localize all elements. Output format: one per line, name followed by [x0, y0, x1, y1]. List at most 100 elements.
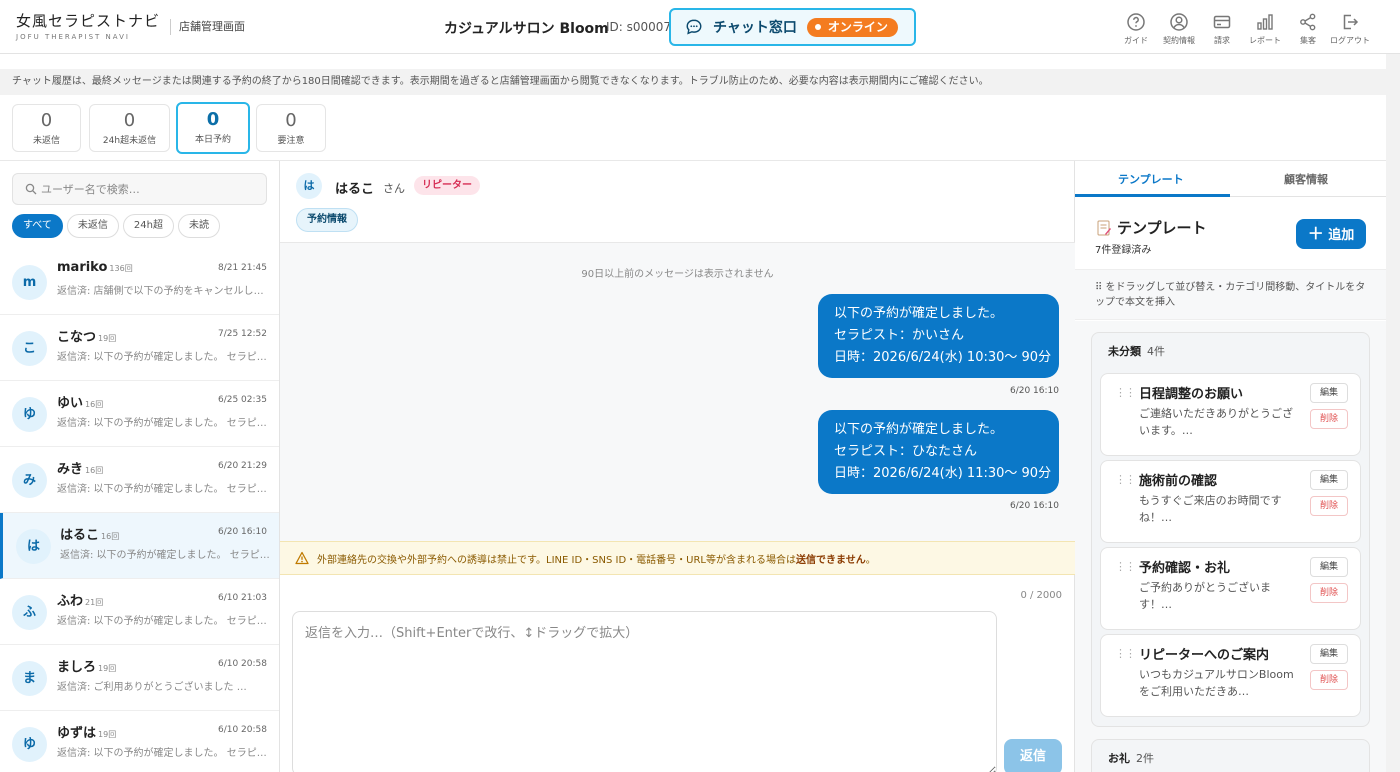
logo[interactable]: 女風セラピストナビ JOFU THERAPIST NAVI [16, 10, 160, 41]
thread-count: 19回 [98, 664, 117, 673]
logo-title: 女風セラピストナビ [16, 12, 161, 30]
tab-templates[interactable]: テンプレート [1118, 171, 1184, 187]
template-card-body: ご予約ありがとうございます！… [1139, 581, 1271, 611]
nav-billing-label: 請求 [1214, 36, 1230, 45]
stat-label: 要注意 [277, 136, 305, 146]
avatar: ふ [12, 595, 47, 630]
nav-logout[interactable]: ログアウト [1325, 12, 1375, 46]
template-card-title[interactable]: 施術前の確認 [1139, 470, 1217, 489]
external-contact-warning: 外部連絡先の交換や外部予約への誘導は禁止です。LINE ID・SNS ID・電話… [280, 541, 1075, 575]
thread-preview: 返信済: 以下の予約が確定しました。 セラピスト [57, 616, 269, 627]
thread-item[interactable]: ふ ふわ 21回 6/10 21:03 返信済: 以下の予約が確定しました。 セラ… [0, 579, 279, 645]
drag-handle-icon[interactable]: ⋮⋮ [1115, 560, 1136, 573]
thread-item[interactable]: ゆ ゆい 16回 6/25 02:35 返信済: 以下の予約が確定しました。 セラ… [0, 381, 279, 447]
stat-label: 未返信 [32, 136, 60, 146]
admin-label: 店舗管理画面 [170, 19, 245, 35]
stat-today-reservations[interactable]: 0 本日予約 [176, 102, 250, 154]
template-card-body: もうすぐご来店のお時間ですね！… [1139, 494, 1282, 524]
message-list: 90日以上前のメッセージは表示されません 以下の予約が確定しました。 セラピスト… [280, 243, 1075, 541]
thread-item[interactable]: m mariko 136回 8/21 21:45 返信済: 店舗側で以下の予約をキ… [0, 249, 279, 315]
avatar: m [12, 265, 47, 300]
thread-count: 16回 [85, 400, 104, 409]
template-card-title[interactable]: 予約確認・お礼 [1139, 557, 1230, 576]
warning-bold: 送信できません [796, 554, 866, 566]
stat-value: 0 [123, 110, 136, 131]
thread-name: ゆずは [57, 726, 97, 741]
edit-button[interactable]: 編集 [1310, 470, 1348, 490]
thread-count: 21回 [85, 598, 104, 607]
thread-preview: 返信済: 以下の予約が確定しました。 セラピスト [57, 418, 269, 429]
send-button[interactable]: 返信 [1004, 739, 1062, 772]
template-card-title[interactable]: リピーターへのご案内 [1139, 644, 1269, 663]
avatar: こ [12, 331, 47, 366]
add-template-button[interactable]: ＋ 追加 [1296, 219, 1366, 249]
template-card[interactable]: ⋮⋮ リピーターへのご案内 いつもカジュアルサロンBloomをご利用いただきあ…… [1100, 634, 1361, 717]
reservation-info-button[interactable]: 予約情報 [296, 208, 358, 232]
filter-all[interactable]: すべて [12, 214, 63, 238]
nav-logout-label: ログアウト [1330, 36, 1370, 45]
thread-time: 6/10 20:58 [217, 725, 267, 735]
message-bubble: 以下の予約が確定しました。 セラピスト：ひなたさん 日時：2026/6/24(水… [818, 410, 1059, 494]
nav-contract-label: 契約情報 [1163, 36, 1195, 45]
stat-label: 本日予約 [194, 135, 231, 145]
group-count: 2件 [1136, 752, 1154, 765]
edit-button[interactable]: 編集 [1310, 644, 1348, 664]
template-card[interactable]: ⋮⋮ 施術前の確認 もうすぐご来店のお時間ですね！… 編集 削除 [1100, 460, 1361, 543]
template-card[interactable]: ⋮⋮ 日程調整のお願い ご連絡いただきありがとうございます。… 編集 削除 [1100, 373, 1361, 456]
repeater-badge: リピーター [414, 176, 480, 195]
card-icon [1213, 15, 1231, 29]
page-scrollbar[interactable] [1386, 54, 1400, 772]
filter-unreplied[interactable]: 未返信 [66, 214, 119, 238]
thread-name: こなつ [57, 330, 97, 345]
salon-id: ID: s00007 [606, 20, 672, 34]
reply-input[interactable] [292, 611, 997, 772]
thread-count: 16回 [85, 466, 104, 475]
delete-button[interactable]: 削除 [1310, 409, 1348, 429]
drag-handle-icon[interactable]: ⋮⋮ [1115, 386, 1136, 399]
add-label: 追加 [1328, 228, 1355, 243]
stat-unreplied-24h[interactable]: 0 24h超未返信 [89, 104, 170, 152]
avatar: は [16, 529, 51, 564]
online-label: オンライン [827, 19, 888, 34]
thread-item-selected[interactable]: は はるこ 16回 6/20 16:10 返信済: 以下の予約が確定しました。 セ… [0, 513, 279, 579]
delete-button[interactable]: 削除 [1310, 670, 1348, 690]
template-group: お礼 2件 [1091, 739, 1370, 772]
logout-icon [1343, 14, 1359, 30]
stat-attention[interactable]: 0 要注意 [256, 104, 326, 152]
nav-guide-label: ガイド [1124, 36, 1148, 45]
delete-button[interactable]: 削除 [1310, 583, 1348, 603]
edit-button[interactable]: 編集 [1310, 557, 1348, 577]
group-count: 4件 [1147, 345, 1165, 358]
drag-handle-icon[interactable]: ⋮⋮ [1115, 473, 1136, 486]
thread-name: みき [57, 462, 84, 477]
thread-item[interactable]: ま ましろ 19回 6/10 20:58 返信済: ご利用ありがとうございました … [0, 645, 279, 711]
thread-time: 6/20 21:29 [217, 461, 267, 471]
thread-name-row: ましろ 19回 [57, 656, 116, 675]
search-input[interactable] [41, 182, 241, 196]
thread-preview: 返信済: 以下の予約が確定しました。 セラピスト [60, 550, 272, 561]
search-box [12, 173, 267, 205]
tab-customer-info[interactable]: 顧客情報 [1284, 171, 1328, 187]
thread-item[interactable]: ゆ ゆずは 19回 6/10 20:58 返信済: 以下の予約が確定しました。 セ… [0, 711, 279, 772]
stat-unreplied[interactable]: 0 未返信 [12, 104, 81, 152]
thread-time: 6/10 21:03 [217, 593, 267, 603]
edit-button[interactable]: 編集 [1310, 383, 1348, 403]
thread-preview: 返信済: 以下の予約が確定しました。 セラピスト [57, 484, 269, 495]
delete-button[interactable]: 削除 [1310, 496, 1348, 516]
message-line: 以下の予約が確定しました。 [834, 422, 1004, 437]
user-icon [1170, 13, 1188, 31]
filter-unread[interactable]: 未読 [177, 214, 220, 238]
template-card[interactable]: ⋮⋮ 予約確認・お礼 ご予約ありがとうございます！… 編集 削除 [1100, 547, 1361, 630]
chat-window-button[interactable]: チャット窓口 オンライン [669, 8, 916, 46]
drag-handle-icon[interactable]: ⋮⋮ [1115, 647, 1136, 660]
stat-value: 0 [285, 110, 297, 131]
thread-name: mariko [57, 260, 108, 275]
thread-item[interactable]: こ こなつ 19回 7/25 12:52 返信済: 以下の予約が確定しました。 セ… [0, 315, 279, 381]
chat-user-name: はるこ [335, 182, 375, 197]
template-card-title[interactable]: 日程調整のお願い [1139, 383, 1243, 402]
thread-item[interactable]: み みき 16回 6/20 21:29 返信済: 以下の予約が確定しました。 セラ… [0, 447, 279, 513]
filter-24h[interactable]: 24h超 [122, 214, 174, 238]
message-line: セラピスト：ひなたさん [834, 444, 978, 459]
stat-value: 0 [206, 109, 220, 130]
thread-name: ゆい [57, 396, 84, 411]
